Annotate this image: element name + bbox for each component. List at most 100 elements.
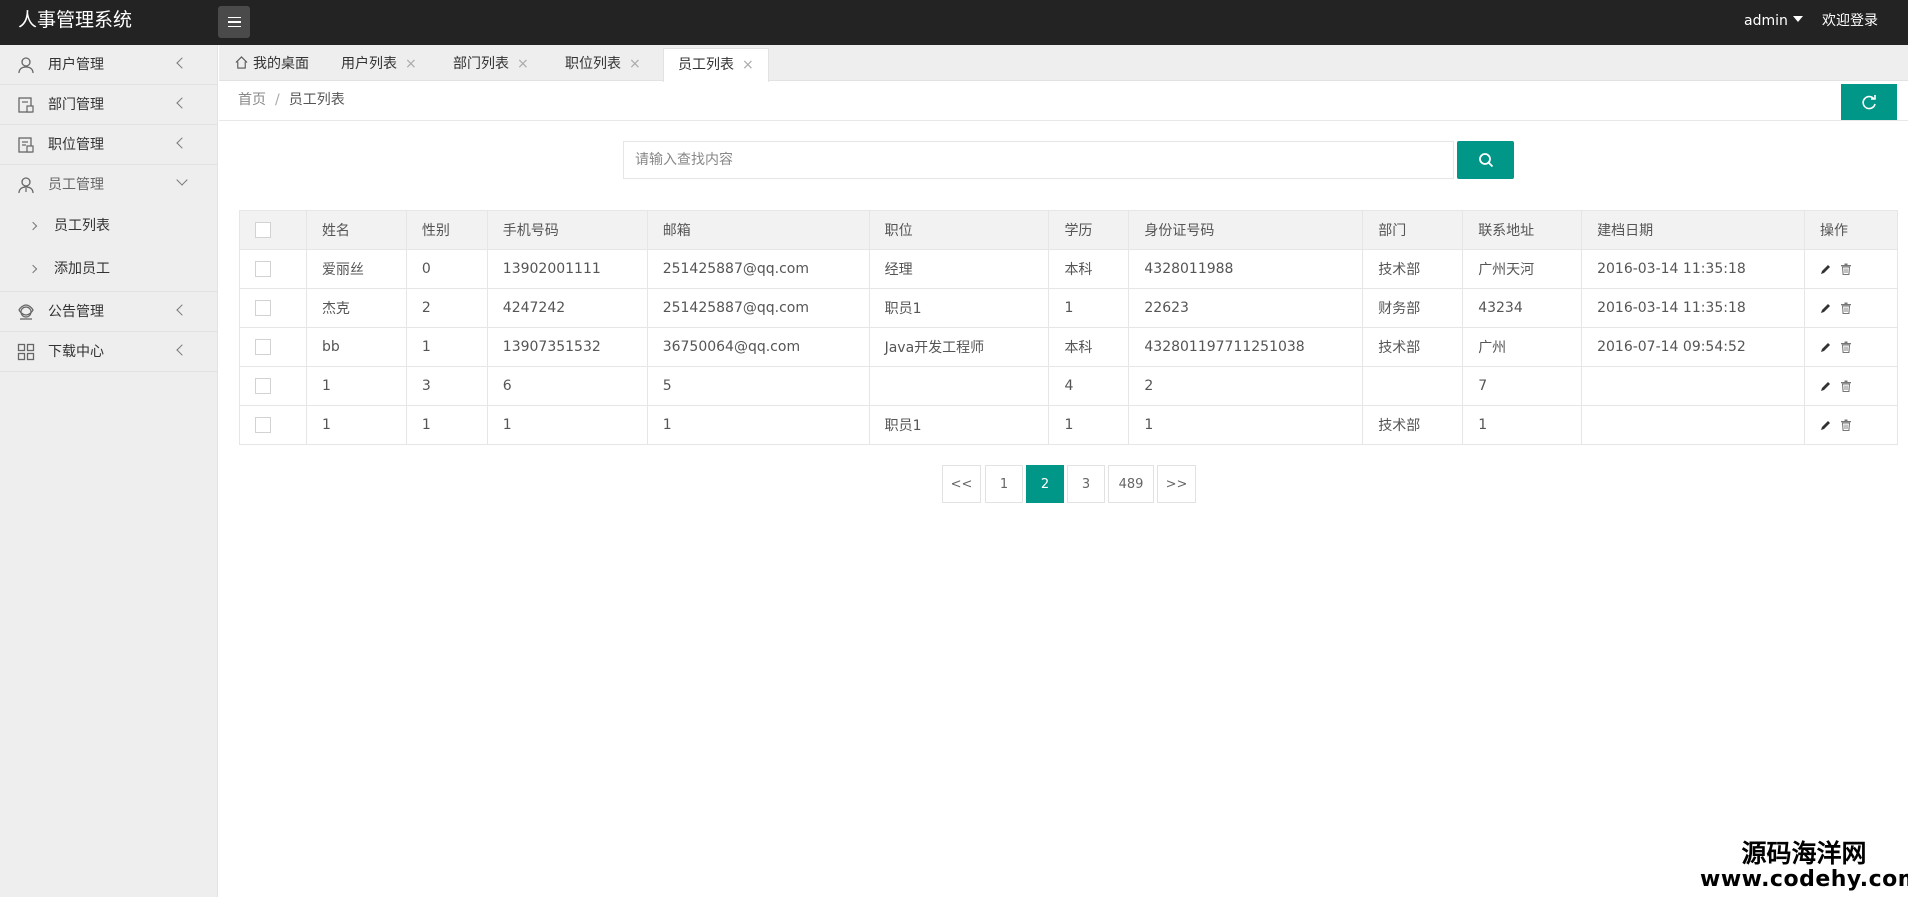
refresh-button[interactable] <box>1841 84 1897 120</box>
breadcrumb-separator: / <box>275 92 280 108</box>
page-button[interactable]: 3 <box>1067 465 1105 503</box>
chevron-left-icon <box>176 57 188 69</box>
row-select-cell <box>239 366 307 406</box>
table-cell: 1 <box>305 366 407 406</box>
row-checkbox[interactable] <box>255 339 271 355</box>
column-header[interactable]: 联系地址 <box>1462 210 1583 250</box>
tab-my-desktop[interactable]: 我的桌面 <box>235 48 309 81</box>
sidebar-subitem-label: 员工列表 <box>54 218 110 234</box>
page-button[interactable]: 489 <box>1108 465 1154 503</box>
table-cell <box>1581 405 1805 445</box>
page-next-button[interactable]: >> <box>1157 465 1196 503</box>
column-header[interactable]: 身份证号码 <box>1128 210 1364 250</box>
table-cell: 4328011988 <box>1128 249 1364 289</box>
close-icon[interactable]: × <box>629 48 641 81</box>
column-header[interactable]: 学历 <box>1048 210 1130 250</box>
sidebar-subitem-add-employee[interactable]: 添加员工 <box>0 248 217 291</box>
edit-icon[interactable] <box>1820 303 1831 314</box>
table-cell: 251425887@qq.com <box>646 249 870 289</box>
breadcrumb: 首页 / 员工列表 <box>238 90 345 110</box>
sidebar-item-download[interactable]: 下载中心 <box>0 332 217 372</box>
watermark: 源码海洋网 www.codehy.com <box>1700 840 1908 892</box>
watermark-line1: 源码海洋网 <box>1741 839 1867 868</box>
column-header[interactable]: 姓名 <box>305 210 407 250</box>
table-cell: 广州天河 <box>1462 249 1583 289</box>
table-cell: 本科 <box>1048 249 1130 289</box>
select-all-checkbox[interactable] <box>255 222 271 238</box>
user-menu[interactable]: admin <box>1744 0 1803 42</box>
table-row: 1 1 1 1 职员1 1 1 技术部 1 <box>239 405 1899 445</box>
tab-employee-list[interactable]: 员工列表 × <box>663 48 769 82</box>
employee-icon <box>18 177 34 194</box>
column-header[interactable]: 手机号码 <box>486 210 648 250</box>
delete-icon[interactable] <box>1840 419 1852 431</box>
user-icon <box>18 57 34 74</box>
page-button[interactable]: 1 <box>985 465 1023 503</box>
table-cell: 5 <box>646 366 870 406</box>
row-select-cell <box>239 405 307 445</box>
tab-label: 部门列表 <box>453 56 509 72</box>
home-icon <box>235 56 248 69</box>
table-cell: 0 <box>405 249 488 289</box>
search-input[interactable] <box>623 141 1454 179</box>
close-icon[interactable]: × <box>742 49 754 82</box>
welcome-link[interactable]: 欢迎登录 <box>1822 0 1878 42</box>
sidebar-item-label: 员工管理 <box>48 177 104 193</box>
page-prev-button[interactable]: << <box>942 465 981 503</box>
chevron-down-icon <box>176 174 188 186</box>
row-checkbox[interactable] <box>255 417 271 433</box>
tab-position-list[interactable]: 职位列表 × <box>565 48 641 81</box>
column-header[interactable]: 邮箱 <box>646 210 870 250</box>
row-checkbox[interactable] <box>255 378 271 394</box>
column-header[interactable]: 部门 <box>1362 210 1464 250</box>
sidebar-item-user[interactable]: 用户管理 <box>0 45 217 85</box>
search-button[interactable] <box>1457 141 1514 179</box>
table-cell: 经理 <box>868 249 1050 289</box>
breadcrumb-home[interactable]: 首页 <box>238 92 266 108</box>
close-icon[interactable]: × <box>517 48 529 81</box>
employee-table: 姓名 性别 手机号码 邮箱 职位 学历 身份证号码 部门 联系地址 建档日期 操… <box>239 210 1899 445</box>
page-button-current[interactable]: 2 <box>1026 465 1064 503</box>
tab-user-list[interactable]: 用户列表 × <box>341 48 417 81</box>
breadcrumb-current: 员工列表 <box>288 92 345 108</box>
row-checkbox[interactable] <box>255 300 271 316</box>
sidebar-subitem-employee-list[interactable]: 员工列表 <box>0 205 217 248</box>
column-header[interactable]: 性别 <box>405 210 488 250</box>
edit-icon[interactable] <box>1820 264 1831 275</box>
tab-department-list[interactable]: 部门列表 × <box>453 48 529 81</box>
table-cell: 1 <box>646 405 870 445</box>
table-cell: 1 <box>1048 288 1130 328</box>
sidebar-item-label: 下载中心 <box>48 344 104 360</box>
chevron-left-icon <box>176 137 188 149</box>
edit-icon[interactable] <box>1820 381 1831 392</box>
sidebar-item-department[interactable]: 部门管理 <box>0 85 217 125</box>
table-cell: 4 <box>1048 366 1130 406</box>
table-cell: 432801197711251038 <box>1128 327 1364 367</box>
sidebar-item-position[interactable]: 职位管理 <box>0 125 217 165</box>
sidebar-item-employee[interactable]: 员工管理 <box>0 165 217 205</box>
table-cell: 43234 <box>1462 288 1583 328</box>
delete-icon[interactable] <box>1840 380 1852 392</box>
row-select-cell <box>239 288 307 328</box>
table-cell <box>1362 366 1464 406</box>
table-cell: 2 <box>1128 366 1364 406</box>
table-cell: 36750064@qq.com <box>646 327 870 367</box>
table-cell: 1 <box>405 405 488 445</box>
row-checkbox[interactable] <box>255 261 271 277</box>
edit-icon[interactable] <box>1820 342 1831 353</box>
menu-toggle-button[interactable] <box>218 6 250 38</box>
column-header: 操作 <box>1803 210 1899 250</box>
sidebar-subitem-label: 添加员工 <box>54 261 110 277</box>
table-cell: 1 <box>1128 405 1364 445</box>
sidebar-item-notice[interactable]: 公告管理 <box>0 292 217 332</box>
column-header[interactable]: 职位 <box>868 210 1050 250</box>
edit-icon[interactable] <box>1820 420 1831 431</box>
column-header[interactable]: 建档日期 <box>1581 210 1805 250</box>
table-cell: 1 <box>1048 405 1130 445</box>
delete-icon[interactable] <box>1840 341 1852 353</box>
chevron-left-icon <box>176 344 188 356</box>
delete-icon[interactable] <box>1840 302 1852 314</box>
delete-icon[interactable] <box>1840 263 1852 275</box>
close-icon[interactable]: × <box>405 48 417 81</box>
table-cell: 6 <box>486 366 648 406</box>
